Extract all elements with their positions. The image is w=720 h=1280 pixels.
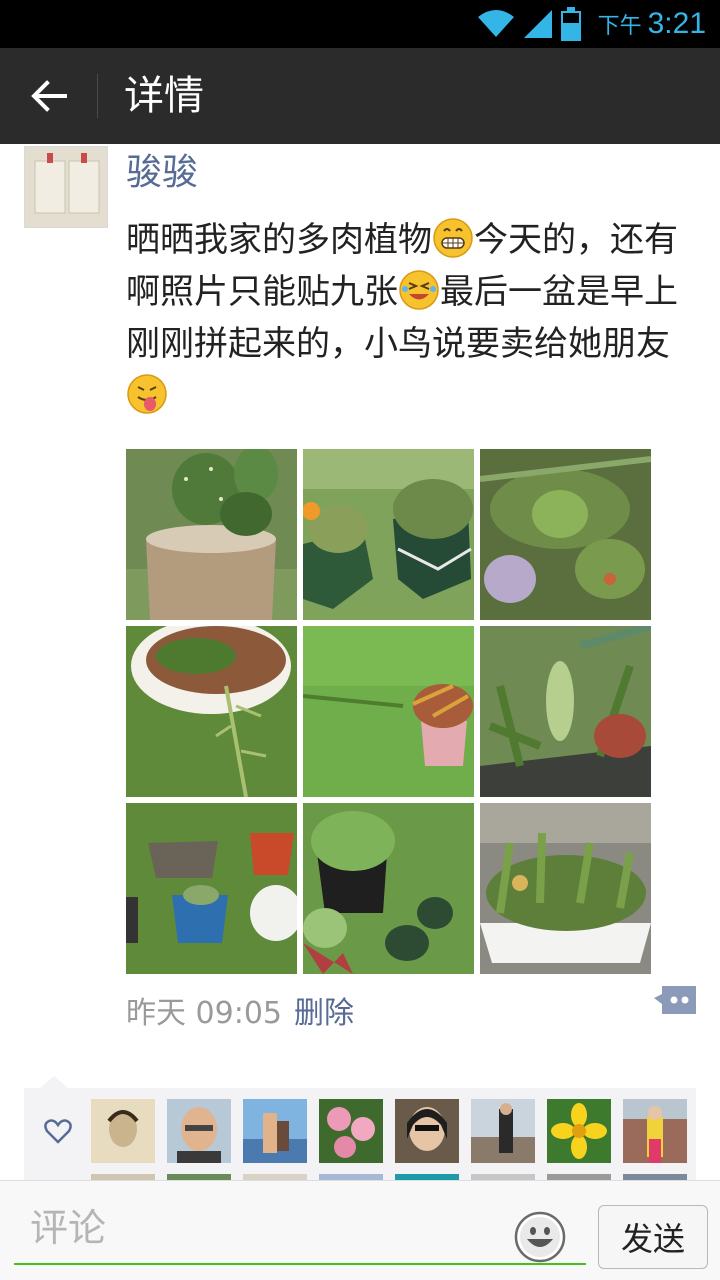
photo-9[interactable] (480, 803, 651, 974)
wifi-icon (477, 10, 514, 37)
comment-input[interactable] (14, 1193, 586, 1265)
liker-avatar[interactable] (471, 1099, 535, 1163)
laugh-cry-emoji-icon (399, 270, 439, 310)
post-time: 昨天 09:05 (126, 996, 282, 1031)
liker-avatar[interactable] (319, 1099, 383, 1163)
smiley-icon (514, 1211, 566, 1263)
post-text: 晒晒我家的多肉植物 今天的，还有啊照片只能贴九张 最后一盆是早上刚刚拼起来的，小… (126, 214, 696, 422)
back-arrow-icon (31, 80, 67, 112)
comment-options-button[interactable] (654, 984, 698, 1016)
author-avatar-image (25, 147, 107, 227)
title-bar: 详情 (0, 48, 720, 144)
liker-avatar[interactable] (547, 1099, 611, 1163)
status-time: 3:21 (647, 7, 706, 40)
likes-panel (24, 1088, 696, 1180)
heart-icon (44, 1119, 72, 1144)
photo-6[interactable] (480, 626, 651, 797)
photo-5[interactable] (303, 626, 474, 797)
post-meta: 昨天 09:05 删除 (126, 988, 354, 1032)
comment-bubble-icon (654, 986, 696, 1014)
photo-7[interactable] (126, 803, 297, 974)
photo-2[interactable] (303, 449, 474, 620)
signal-icon (523, 10, 552, 38)
photo-grid (126, 449, 652, 974)
liker-avatar[interactable] (623, 1099, 687, 1163)
send-button[interactable]: 发送 (598, 1205, 708, 1269)
liker-avatar[interactable] (243, 1099, 307, 1163)
grin-emoji-icon (433, 218, 473, 258)
title-separator (97, 74, 98, 118)
liker-avatar[interactable] (395, 1099, 459, 1163)
likes-caret (40, 1076, 68, 1088)
photo-1[interactable] (126, 449, 297, 620)
delete-link[interactable]: 删除 (294, 988, 354, 1032)
author-avatar[interactable] (24, 146, 108, 228)
author-name[interactable]: 骏骏 (126, 150, 198, 196)
liker-avatar[interactable] (91, 1099, 155, 1163)
battery-icon (560, 7, 581, 41)
post-text-part-1: 晒晒我家的多肉植物 (126, 220, 432, 260)
photo-4[interactable] (126, 626, 297, 797)
status-icons: 下午 3:21 (476, 0, 706, 48)
photo-8[interactable] (303, 803, 474, 974)
page-title: 详情 (124, 73, 204, 119)
photo-3[interactable] (480, 449, 651, 620)
comment-bar: 发送 (0, 1180, 720, 1280)
status-ampm: 下午 (597, 14, 642, 39)
back-button[interactable] (22, 72, 76, 120)
liker-avatar[interactable] (167, 1099, 231, 1163)
tongue-emoji-icon (127, 374, 167, 414)
emoji-button[interactable] (514, 1211, 566, 1263)
status-bar: 下午 3:21 (0, 0, 720, 48)
